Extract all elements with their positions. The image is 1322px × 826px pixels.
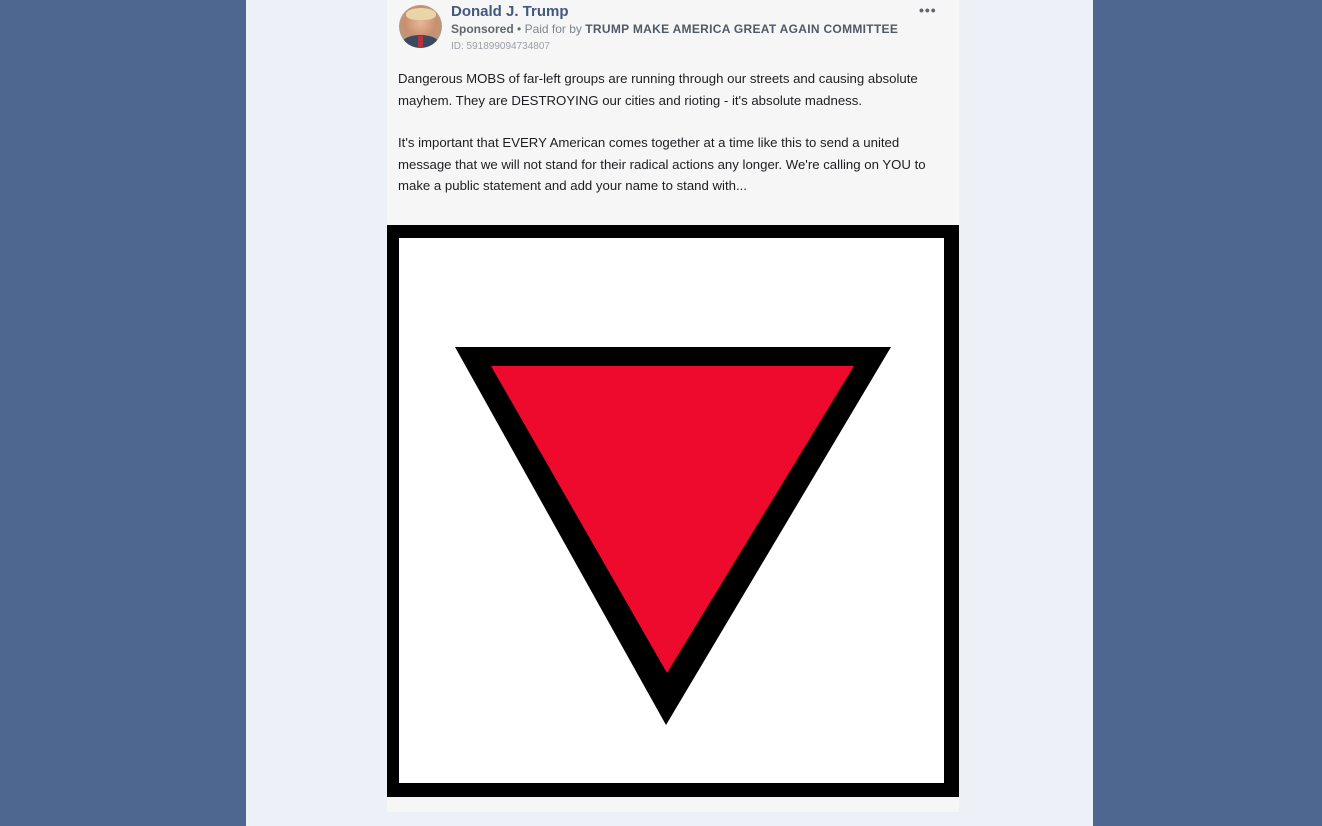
post-paragraph-1: Dangerous MOBS of far-left groups are ru… [398, 71, 918, 108]
sponsored-post: Donald J. Trump Sponsored • Paid for by … [387, 0, 959, 812]
ad-id: ID: 591899094734807 [451, 41, 550, 52]
paid-for-label: Paid for by [524, 22, 582, 36]
inverted-triangle-image [455, 347, 891, 725]
avatar-tie [418, 36, 423, 48]
author-avatar[interactable] [399, 5, 442, 48]
post-paragraph-2: It's important that EVERY American comes… [398, 135, 926, 193]
sponsored-line: Sponsored • Paid for by TRUMP MAKE AMERI… [451, 22, 898, 36]
triangle-fill [491, 366, 854, 673]
paid-for-org[interactable]: TRUMP MAKE AMERICA GREAT AGAIN COMMITTEE [585, 22, 898, 36]
sponsored-label: Sponsored [451, 22, 514, 36]
avatar-hair [406, 8, 436, 20]
separator: • [517, 22, 522, 36]
post-body: Dangerous MOBS of far-left groups are ru… [398, 68, 953, 218]
post-image[interactable] [387, 225, 959, 797]
post-image-canvas [399, 238, 944, 783]
author-name[interactable]: Donald J. Trump [451, 3, 569, 20]
screenshot-frame: Donald J. Trump Sponsored • Paid for by … [0, 0, 1322, 826]
post-header: Donald J. Trump Sponsored • Paid for by … [387, 0, 959, 60]
more-options-icon[interactable]: ••• [919, 2, 937, 18]
